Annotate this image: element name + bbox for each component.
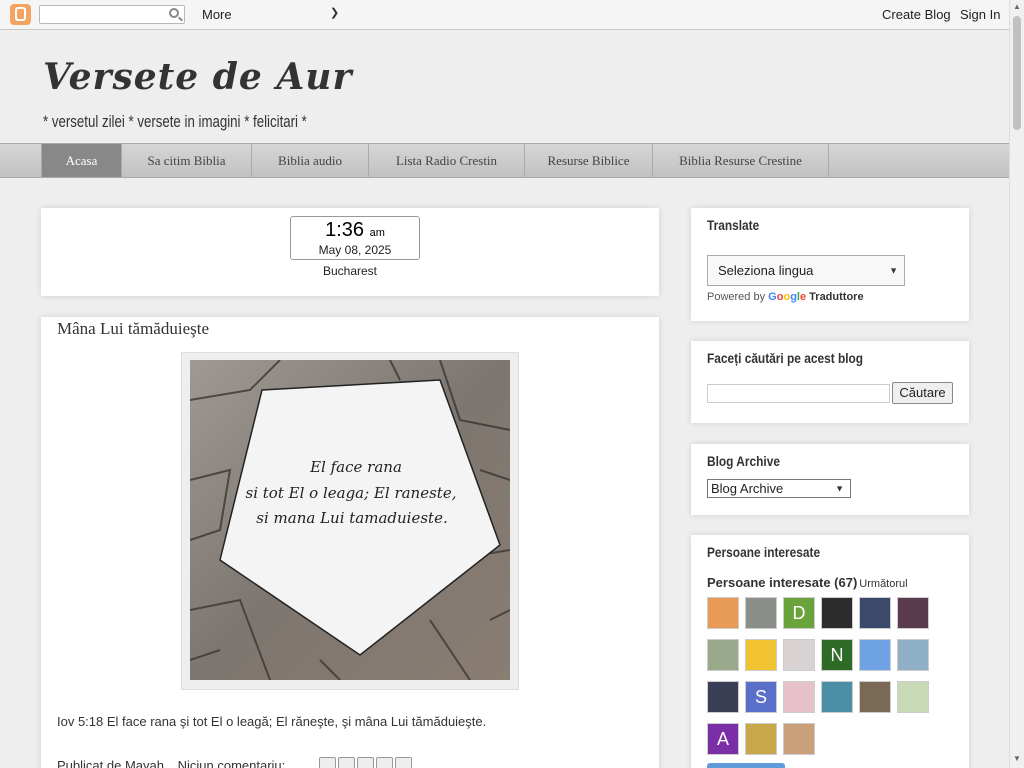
share-buttons [319, 757, 414, 768]
translate-title: Translate [707, 217, 760, 233]
follower-avatar[interactable] [821, 681, 853, 713]
next-followers-link[interactable]: Următorul [859, 578, 907, 590]
archive-title: Blog Archive [707, 453, 780, 469]
tab-acasa[interactable]: Acasa [41, 144, 122, 177]
email-share-icon[interactable] [319, 757, 336, 768]
page-tabs: Acasa Sa citim Biblia Biblia audio Lista… [0, 143, 1009, 178]
blog-post: Mâna Lui tămăduieşte El face rana si tot… [41, 317, 659, 768]
clock-time: 1:36 am [325, 219, 385, 241]
search-icon[interactable] [169, 8, 179, 18]
follower-avatar[interactable] [783, 639, 815, 671]
clock-widget: 1:36 am May 08, 2025 Bucharest [41, 208, 659, 296]
pinterest-share-icon[interactable] [395, 757, 412, 768]
clock-city: Bucharest [322, 264, 378, 278]
post-body: Iov 5:18 El face rana şi tot El o leagă;… [57, 714, 487, 729]
facebook-share-icon[interactable] [376, 757, 393, 768]
blogger-logo-icon[interactable] [10, 4, 31, 25]
create-blog-link[interactable]: Create Blog [882, 7, 951, 22]
tab-biblia-audio[interactable]: Biblia audio [252, 144, 369, 177]
tab-lista-radio-crestin[interactable]: Lista Radio Crestin [369, 144, 525, 177]
navbar-search-input[interactable] [39, 5, 185, 24]
chevron-down-icon: ▼ [835, 483, 844, 493]
scrollbar-thumb[interactable] [1013, 16, 1021, 130]
twitter-share-icon[interactable] [357, 757, 374, 768]
image-text-line-2: si tot El o leaga; El raneste, [246, 484, 457, 502]
follower-avatar[interactable] [707, 597, 739, 629]
follower-avatar[interactable] [821, 597, 853, 629]
archive-select[interactable]: Blog Archive ▼ [707, 479, 851, 498]
follower-avatar[interactable] [783, 723, 815, 755]
follower-avatar[interactable] [745, 597, 777, 629]
follower-avatar[interactable] [859, 639, 891, 671]
verse-image[interactable]: El face rana si tot El o leaga; El ranes… [190, 360, 510, 680]
clock-box: 1:36 am May 08, 2025 [290, 216, 420, 260]
post-image[interactable]: El face rana si tot El o leaga; El ranes… [181, 352, 519, 690]
powered-by-google: Powered by Google Traduttore [707, 291, 864, 303]
google-logo-icon[interactable]: Google [768, 291, 806, 303]
follower-avatar[interactable] [897, 639, 929, 671]
follower-avatar[interactable] [707, 681, 739, 713]
search-widget-title: Faceți căutări pe acest blog [707, 350, 864, 366]
follow-button[interactable] [707, 763, 785, 768]
traduttore-link[interactable]: Traduttore [809, 291, 863, 303]
follower-avatar[interactable]: S [745, 681, 777, 713]
chevron-down-icon[interactable]: ❯ [330, 6, 339, 19]
comments-link[interactable]: Niciun comentariu: [178, 758, 286, 768]
follower-avatar[interactable] [745, 639, 777, 671]
tab-biblia-resurse-crestine[interactable]: Biblia Resurse Crestine [653, 144, 829, 177]
translate-widget: Translate Seleziona lingua ▼ Powered by … [691, 208, 969, 321]
follower-avatar[interactable] [783, 681, 815, 713]
follower-avatar[interactable]: D [783, 597, 815, 629]
search-widget: Faceți căutări pe acest blog Căutare [691, 341, 969, 423]
top-navbar: More ❯ Create Blog Sign In [0, 0, 1009, 30]
published-by-label: Publicat de [57, 758, 122, 768]
follower-avatar[interactable]: A [707, 723, 739, 755]
followers-widget: Persoane interesate Persoane interesate … [691, 535, 969, 768]
follower-avatar[interactable] [859, 681, 891, 713]
post-footer: Publicat de Mayah Niciun comentariu: [57, 758, 285, 768]
tab-sa-citim-biblia[interactable]: Sa citim Biblia [122, 144, 252, 177]
more-menu-label[interactable]: More [202, 7, 232, 22]
follower-avatar[interactable] [897, 597, 929, 629]
blog-title[interactable]: Versete de Aur [43, 56, 352, 98]
follower-avatar[interactable] [859, 597, 891, 629]
follower-avatar[interactable] [897, 681, 929, 713]
scroll-down-icon[interactable]: ▼ [1013, 754, 1021, 763]
sign-in-link[interactable]: Sign In [960, 7, 1000, 22]
author-link[interactable]: Mayah [125, 758, 164, 768]
blog-search-input[interactable] [707, 384, 890, 403]
chevron-down-icon: ▼ [889, 265, 898, 275]
scroll-up-icon[interactable]: ▲ [1013, 2, 1021, 11]
clock-date: May 08, 2025 [318, 243, 392, 257]
page-scrollbar[interactable]: ▲ ▼ [1009, 0, 1024, 768]
image-text-line-1: El face rana [309, 458, 402, 476]
follower-avatar[interactable] [707, 639, 739, 671]
follower-avatar[interactable]: N [821, 639, 853, 671]
tab-resurse-biblice[interactable]: Resurse Biblice [525, 144, 653, 177]
follower-avatar[interactable] [745, 723, 777, 755]
post-title[interactable]: Mâna Lui tămăduieşte [57, 319, 209, 339]
blog-share-icon[interactable] [338, 757, 355, 768]
followers-title: Persoane interesate [707, 544, 821, 560]
archive-widget: Blog Archive Blog Archive ▼ [691, 444, 969, 515]
image-text-line-3: si mana Lui tamaduieste. [256, 509, 447, 527]
blog-description: * versetul zilei * versete in imagini * … [43, 112, 307, 131]
search-button[interactable]: Căutare [892, 382, 953, 404]
followers-count: Persoane interesate (67) Următorul [707, 575, 908, 590]
language-select[interactable]: Seleziona lingua ▼ [707, 255, 905, 286]
